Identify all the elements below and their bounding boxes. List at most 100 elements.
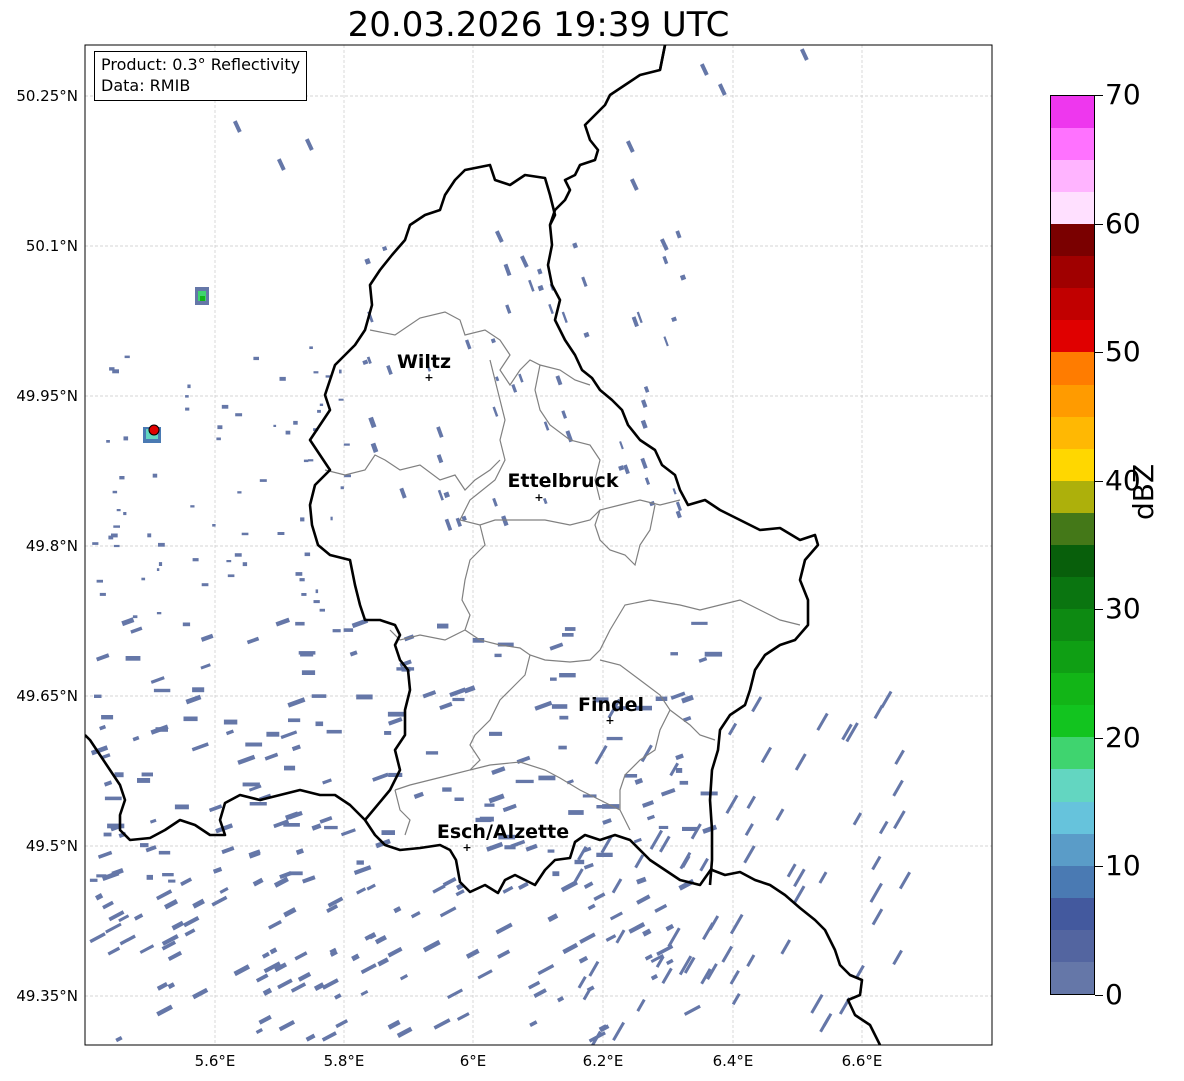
radar-echo [319, 403, 324, 406]
radar-echo [89, 878, 98, 882]
radar-echo [130, 626, 143, 634]
radar-echo [290, 982, 307, 993]
city-marker-icon: + [534, 491, 544, 504]
country-borders [85, 45, 882, 1045]
radar-echo [518, 373, 524, 383]
radar-echo [190, 505, 195, 508]
radar-echo [816, 712, 829, 731]
radar-echo [305, 138, 314, 151]
radar-echo [555, 375, 563, 386]
radar-echo [300, 652, 314, 657]
colorbar-tick-label: 30 [1105, 592, 1141, 626]
radar-echo [642, 800, 655, 808]
radar-echo [99, 592, 106, 596]
radar-echo [289, 871, 303, 876]
radar-echo [139, 944, 155, 954]
radar-echo [495, 230, 504, 243]
radar-echo [698, 656, 708, 663]
radar-echo [381, 830, 395, 835]
radar-echo [871, 908, 884, 926]
radar-echo [626, 140, 635, 153]
radar-echo [252, 877, 264, 887]
radar-echo [529, 1020, 538, 1027]
radar-echo [661, 967, 673, 984]
radar-echo [422, 690, 437, 699]
radar-echo [349, 650, 358, 657]
radar-echo [588, 960, 600, 977]
city-marker-icon: + [462, 841, 472, 854]
lon-label-6.4: 6.4°E [712, 1052, 754, 1070]
strong-echo-cells [143, 287, 209, 443]
colorbar-segment [1051, 737, 1094, 770]
colorbar-segment [1051, 769, 1094, 802]
radar-echo [246, 636, 260, 645]
radar-echo [502, 885, 514, 894]
radar-echo [319, 608, 325, 612]
radar-echo [583, 862, 594, 870]
radar-echo [552, 871, 560, 877]
radar-echo [384, 731, 392, 735]
colorbar-tick [1095, 95, 1103, 96]
radar-echo [119, 934, 136, 946]
map-frame [84, 44, 993, 1046]
radar-echo [158, 850, 171, 855]
radar-echo [308, 459, 314, 462]
radar-echo [786, 863, 797, 878]
radar-echo [700, 63, 709, 76]
radar-echo [619, 441, 624, 450]
radar-echo [326, 729, 342, 734]
radar-echo [679, 274, 687, 281]
radar-echo [180, 877, 193, 887]
radar-echo [492, 497, 498, 507]
radar-map [84, 44, 993, 1046]
colorbar-segment [1051, 448, 1094, 481]
radar-echo [636, 998, 646, 1012]
colorbar-tick [1095, 480, 1103, 482]
radar-echo [869, 882, 883, 903]
colorbar-tick-label: 50 [1105, 335, 1141, 369]
radar-echo [227, 574, 235, 578]
colorbar-tick [1095, 995, 1103, 996]
radar-echo [528, 279, 535, 292]
radar-echo [321, 1031, 337, 1042]
radar-echo [291, 744, 301, 752]
radar-echo [596, 852, 613, 857]
radar-echo [300, 517, 305, 522]
radar-echo [115, 1035, 123, 1043]
radar-echo [107, 946, 121, 956]
radar-echo [192, 898, 205, 909]
radar-echo [208, 804, 223, 813]
radar-echo [606, 736, 623, 741]
product-info-box: Product: 0.3° Reflectivity Data: RMIB [94, 51, 308, 101]
radar-echo [123, 436, 129, 441]
radar-echo [216, 437, 221, 441]
radar-echo [234, 553, 242, 557]
radar-echo [182, 622, 191, 627]
radar-echo [305, 1033, 316, 1042]
radar-echo [368, 416, 377, 429]
radar-echo [442, 876, 457, 887]
colorbar-segment [1051, 961, 1094, 994]
radar-echo [253, 356, 259, 361]
radar-echo [436, 454, 444, 464]
radar-echo [894, 749, 905, 765]
radar-echo [683, 1004, 701, 1016]
radar-echo [422, 939, 441, 953]
radar-echo [793, 885, 806, 904]
radar-echo [810, 993, 824, 1014]
radar-echo [387, 946, 403, 958]
lat-label-49.35: 49.35°N [16, 987, 78, 1005]
radar-echo [702, 922, 715, 941]
radar-echo [212, 866, 223, 874]
radar-echo [822, 1013, 833, 1027]
radar-echo [399, 974, 409, 981]
colorbar-segment [1051, 480, 1094, 513]
radar-echo [432, 884, 446, 894]
radar-echo [242, 562, 248, 567]
radar-echo [388, 717, 403, 726]
radar-echo [643, 385, 650, 393]
radar-echo [311, 694, 327, 698]
radar-echo [898, 871, 911, 890]
radar-echo [366, 883, 376, 891]
colorbar-segment [1051, 544, 1094, 577]
